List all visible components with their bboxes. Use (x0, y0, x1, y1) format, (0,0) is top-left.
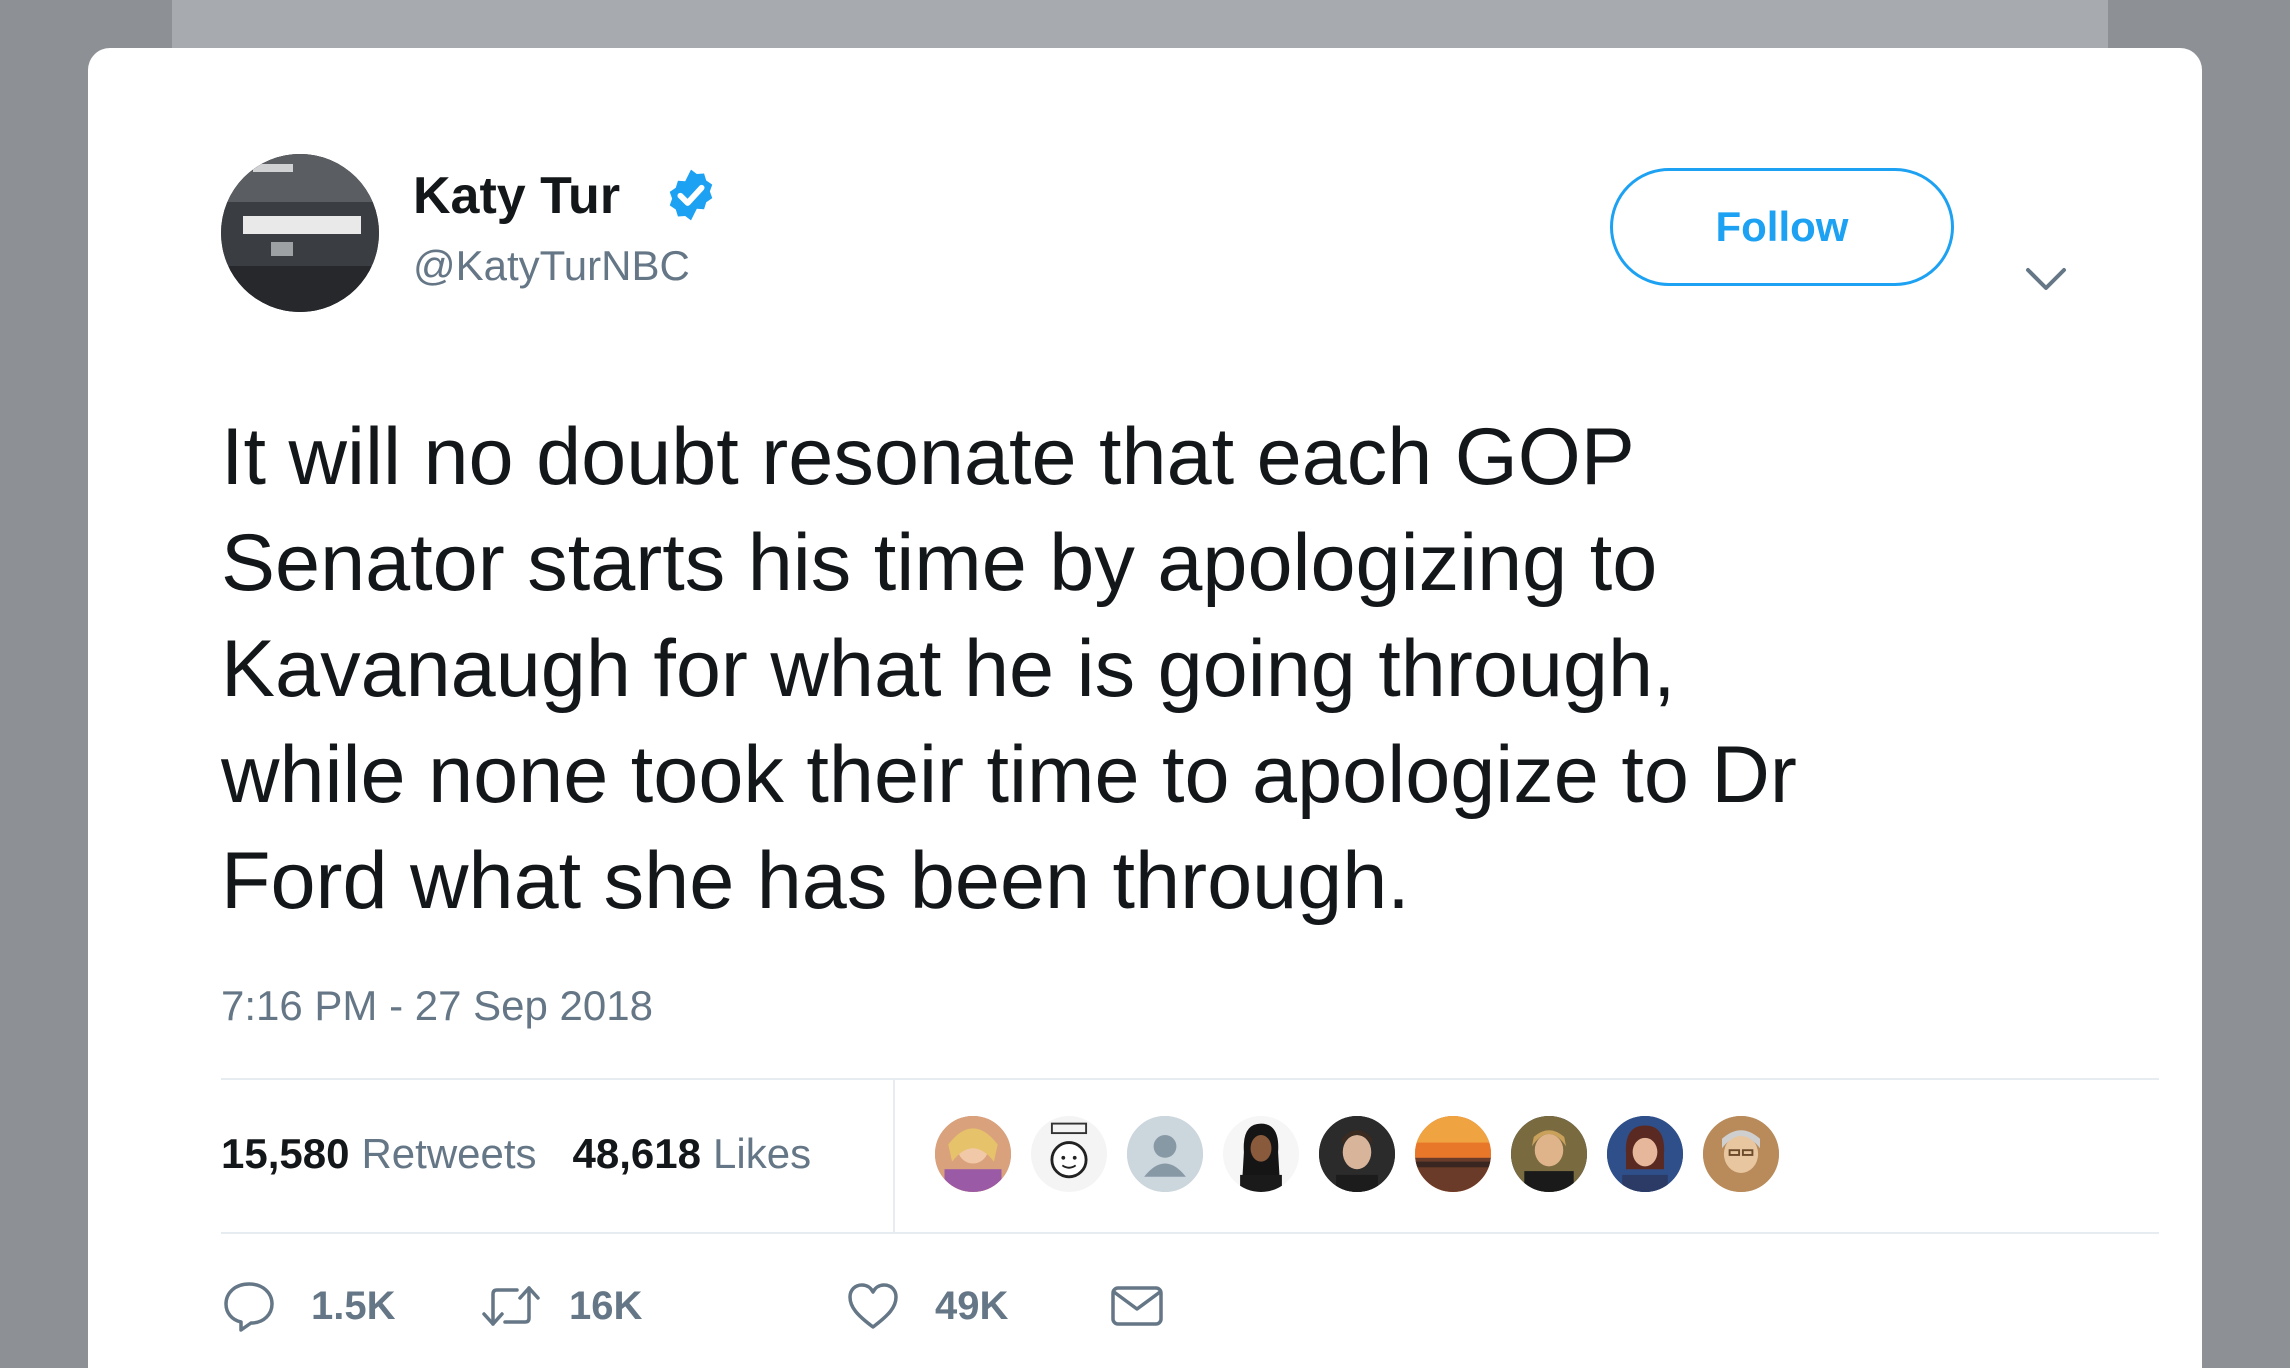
tweet-text: It will no doubt resonate that each GOP … (221, 404, 2121, 934)
reply-button[interactable]: 1.5K (221, 1276, 396, 1336)
liker-avatar[interactable] (1605, 1114, 1685, 1194)
verified-badge-icon (669, 169, 713, 221)
author-avatar[interactable] (221, 154, 379, 312)
likes-label[interactable]: Likes (713, 1130, 811, 1178)
default-profile-icon[interactable] (1125, 1114, 1205, 1194)
heart-icon (848, 1283, 898, 1329)
stats-vertical-divider (893, 1079, 895, 1232)
tweet-text-line: Senator starts his time by apologizing t… (221, 518, 1658, 608)
stats-bottom-divider (221, 1232, 2159, 1234)
liker-avatar[interactable] (1317, 1114, 1397, 1194)
liker-avatar[interactable] (1509, 1114, 1589, 1194)
follow-button[interactable]: Follow (1610, 168, 1954, 286)
direct-message-button[interactable] (1109, 1276, 1165, 1336)
chevron-down-icon[interactable] (2020, 260, 2072, 300)
reply-icon (224, 1282, 274, 1332)
like-button[interactable]: 49K (845, 1276, 1008, 1336)
liker-avatar[interactable] (933, 1114, 1013, 1194)
author-display-name[interactable]: Katy Tur (413, 161, 620, 231)
tweet-text-line: Ford what she has been through. (221, 836, 1410, 926)
retweet-button[interactable]: 16K (479, 1276, 642, 1336)
retweets-label[interactable]: Retweets (361, 1130, 536, 1178)
author-handle[interactable]: @KatyTurNBC (413, 238, 690, 294)
liker-avatar[interactable] (1701, 1114, 1781, 1194)
tweet-text-line: Kavanaugh for what he is going through, (221, 624, 1676, 714)
envelope-icon (1111, 1286, 1163, 1326)
tweet-card: Katy Tur @KatyTurNBC Follow It will no d… (88, 48, 2202, 1368)
likes-count[interactable]: 48,618 (573, 1130, 701, 1178)
retweet-icon (482, 1286, 540, 1326)
retweets-count[interactable]: 15,580 (221, 1130, 349, 1178)
engagement-stats: 15,580 Retweets 48,618 Likes (221, 1126, 811, 1182)
tweet-timestamp[interactable]: 7:16 PM - 27 Sep 2018 (221, 978, 653, 1034)
liker-avatar[interactable] (1029, 1114, 1109, 1194)
tweet-text-line: It will no doubt resonate that each GOP (221, 412, 1635, 502)
background-page-strip (172, 0, 2108, 48)
stats-top-divider (221, 1078, 2159, 1080)
tweet-text-line: while none took their time to apologize … (221, 730, 1797, 820)
liker-avatar[interactable] (1413, 1114, 1493, 1194)
liker-avatar[interactable] (1221, 1114, 1301, 1194)
